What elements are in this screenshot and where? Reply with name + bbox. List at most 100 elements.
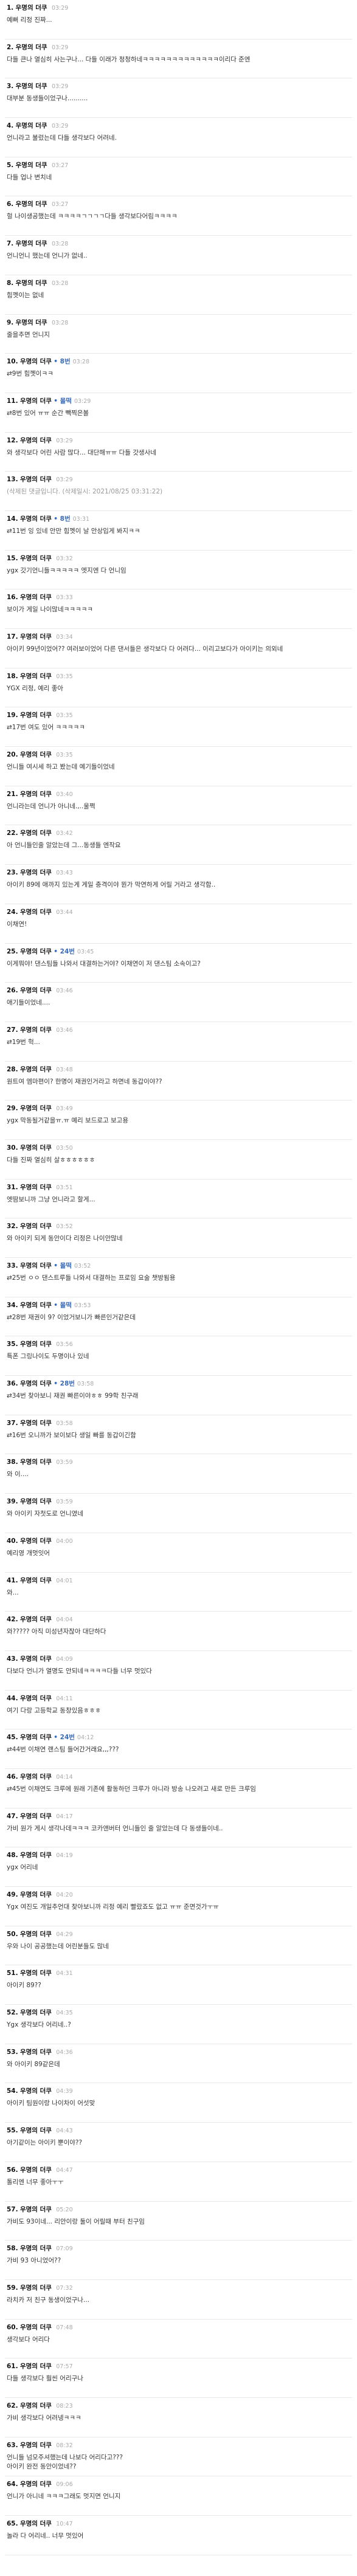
comment-nickname[interactable]: 우명의 더쿠 [20,673,52,680]
comment-nickname[interactable]: 우명의 더쿠 [20,555,52,562]
comment-author-mark: • 24번 [54,1734,75,1742]
comment-nickname[interactable]: 우명의 더쿠 [20,1695,52,1702]
comment-body: ⇄28번 재권이 9? 이었거보니가 빠른인거같은데 [7,1313,136,1321]
comment-nickname[interactable]: 우명의 더쿠 [20,1734,52,1741]
comment-nickname[interactable]: 우명의 더쿠 [20,515,52,523]
comment-time: 03:28 [51,241,69,248]
comment-nickname[interactable]: 우명의 더쿠 [20,712,52,719]
comment-header: 41. 우명의 더쿠 04:01 [7,1576,352,1586]
comment-nickname[interactable]: 우명의 더쿠 [20,1380,52,1387]
comment-nickname[interactable]: 우명의 더쿠 [20,633,52,641]
comment-nickname[interactable]: 우명의 더쿠 [16,201,47,208]
comment-nickname[interactable]: 우명의 더쿠 [20,1066,52,1073]
comment-nickname[interactable]: 우명의 더쿠 [20,358,52,365]
comment-body: 다들 진짜 열심히 살ㅎㅎㅎㅎㅎㅎ [7,1156,95,1164]
comment-nickname[interactable]: 우명의 더쿠 [20,2402,52,2409]
comment-nickname[interactable]: 우명의 더쿠 [20,1341,52,1348]
comment-nickname[interactable]: 우명의 더쿠 [16,280,47,287]
comment-header: 54. 우명의 더쿠 04:39 [7,2086,352,2097]
comment-nickname[interactable]: 우명의 더쿠 [20,1223,52,1230]
comment-nickname[interactable]: 우명의 더쿠 [16,4,47,12]
comment-nickname[interactable]: 우명의 더쿠 [20,908,52,916]
comment-nickname[interactable]: 우명의 더쿠 [20,594,52,601]
comment-number: 3. [7,83,14,91]
comment-nickname[interactable]: 우명의 더쿠 [16,83,47,90]
comment-time: 07:09 [56,2245,73,2253]
comment-nickname[interactable]: 우명의 더쿠 [20,1302,52,1309]
comment-nickname[interactable]: 우명의 더쿠 [20,791,52,798]
comment-nickname[interactable]: 우명의 더쿠 [20,1420,52,1427]
comment-nickname[interactable]: 우명의 더쿠 [20,869,52,876]
comment-nickname[interactable]: 우명의 더쿠 [20,751,52,758]
comment-nickname[interactable]: 우명의 더쿠 [20,2481,52,2488]
comment-nickname[interactable]: 우명의 더쿠 [20,1931,52,1938]
comment-item: 5. 우명의 더쿠 03:27 다들 업나 변치네 [5,157,352,197]
comment-number: 19. [7,712,18,720]
comment-time: 03:51 [56,1184,73,1191]
comment-nickname[interactable]: 우명의 더쿠 [20,1970,52,1977]
comment-body: 원트여 엠마편이? 한명이 재권인거라고 하면네 동갑이야?? [7,1077,162,1085]
comment-nickname[interactable]: 우명의 더쿠 [20,1577,52,1584]
comment-nickname[interactable]: 우명의 더쿠 [20,2087,52,2095]
comment-nickname[interactable]: 우명의 더쿠 [20,1813,52,1820]
comment-nickname[interactable]: 우명의 더쿠 [16,122,47,129]
comment-nickname[interactable]: 우명의 더쿠 [20,2049,52,2056]
comment-number: 5. [7,161,14,169]
comment-nickname[interactable]: 우명의 더쿠 [16,319,47,326]
comment-nickname[interactable]: 우명의 더쿠 [20,2166,52,2174]
comment-author-mark: • 24번 [54,947,75,955]
comment-time: 03:29 [74,397,91,405]
comment-nickname[interactable]: 우명의 더쿠 [20,1144,52,1152]
comment-nickname[interactable]: 우명의 더쿠 [20,1852,52,1859]
comment-nickname[interactable]: 우명의 더쿠 [20,2206,52,2213]
comment-nickname[interactable]: 우명의 더쿠 [20,2245,52,2252]
comment-nickname[interactable]: 우명의 더쿠 [16,44,47,51]
comment-item: 6. 우명의 더쿠 03:27 헐 나이생공했는데 ㅋㅋㅋㅋㄱㄱㄱㄱ다들 생각보다… [5,196,352,236]
comment-nickname[interactable]: 우명의 더쿠 [20,1262,52,1269]
comment-item: 63. 우명의 더쿠 08:32 언니들 넘모주셔했는데 나보다 어리다고??? … [5,2437,352,2477]
comment-nickname[interactable]: 우명의 더쿠 [20,1537,52,1545]
comment-nickname[interactable]: 우명의 더쿠 [20,397,52,405]
comment-nickname[interactable]: 우명의 더쿠 [20,2127,52,2134]
comment-item: 60. 우명의 더쿠 07:48 생각보다 어리다 [5,2320,352,2359]
comment-nickname[interactable]: 우명의 더쿠 [20,2363,52,2370]
comment-nickname[interactable]: 우명의 더쿠 [20,1458,52,1466]
comment-nickname[interactable]: 우명의 더쿠 [20,1655,52,1663]
comment-author-mark: • 몰떡 [54,1262,72,1269]
comment-item: 21. 우명의 더쿠 03:40 언니라는데 언니가 아니네.,..울쩍 [5,786,352,826]
comment-nickname[interactable]: 우명의 더쿠 [20,2442,52,2449]
comment-nickname[interactable]: 우명의 더쿠 [20,1105,52,1112]
comment-nickname[interactable]: 우명의 더쿠 [20,1891,52,1898]
comment-item: 10. 우명의 더쿠 • 8번 03:28 ⇄9번 힘껫이ㅋㅋ [5,354,352,393]
comment-nickname[interactable]: 우명의 더쿠 [20,2009,52,2016]
comment-item: 30. 우명의 더쿠 03:50 다들 진짜 열심히 살ㅎㅎㅎㅎㅎㅎ [5,1140,352,1180]
comment-nickname[interactable]: 우명의 더쿠 [20,1616,52,1623]
comment-nickname[interactable]: 우명의 더쿠 [20,1026,52,1034]
comment-header: 61. 우명의 더쿠 07:57 [7,2361,352,2372]
comment-nickname[interactable]: 우명의 더쿠 [20,948,52,955]
comment-nickname[interactable]: 우명의 더쿠 [20,1498,52,1505]
comment-item: 41. 우명의 더쿠 04:01 와... [5,1573,352,1612]
comment-number: 49. [7,1891,18,1898]
comment-nickname[interactable]: 우명의 더쿠 [16,162,47,169]
comment-nickname[interactable]: 우명의 더쿠 [20,1184,52,1191]
comment-nickname[interactable]: 우명의 더쿠 [20,2520,52,2527]
comment-number: 50. [7,1930,18,1938]
comment-header: 26. 우명의 더쿠 03:46 [7,986,352,996]
comment-nickname[interactable]: 우명의 더쿠 [20,1773,52,1781]
comment-header: 49. 우명의 더쿠 04:20 [7,1890,352,1900]
comment-body: 생각보다 어리다 [7,2335,50,2343]
comment-header: 7. 우명의 더쿠 03:28 [7,239,352,249]
comment-number: 57. [7,2205,18,2213]
comment-nickname[interactable]: 우명의 더쿠 [20,2324,52,2331]
comment-author-mark: • 8번 [54,515,71,523]
comment-body: 엣땀보니까 그냥 언니라고 할게... [7,1195,95,1203]
comment-nickname[interactable]: 우명의 더쿠 [20,987,52,994]
comment-nickname[interactable]: 우명의 더쿠 [20,829,52,837]
comment-time: 03:43 [56,870,73,877]
comment-nickname[interactable]: 우명의 더쿠 [20,2284,52,2292]
comment-nickname[interactable]: 우명의 더쿠 [20,476,52,483]
comment-item: 31. 우명의 더쿠 03:51 엣땀보니까 그냥 언니라고 할게... [5,1180,352,1219]
comment-nickname[interactable]: 우명의 더쿠 [16,240,47,247]
comment-nickname[interactable]: 우명의 더쿠 [20,437,52,444]
